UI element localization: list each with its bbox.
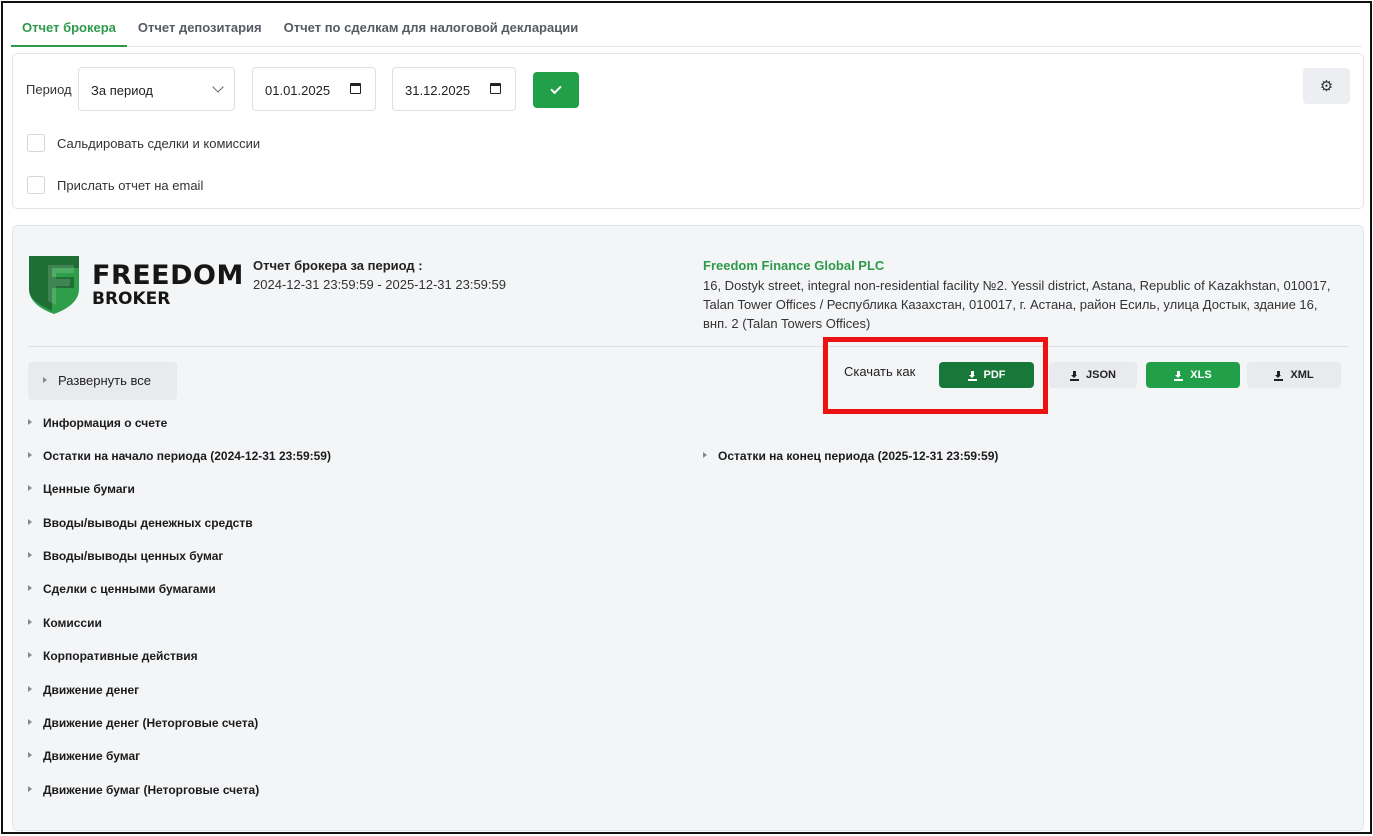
section-label: Сделки с ценными бумагами bbox=[43, 582, 216, 596]
caret-right-icon bbox=[43, 377, 47, 383]
tab-depository-report[interactable]: Отчет депозитария bbox=[127, 11, 273, 46]
report-period-value: 2024-12-31 23:59:59 - 2025-12-31 23:59:5… bbox=[253, 277, 506, 292]
caret-right-icon bbox=[28, 786, 32, 792]
section-securities-flow-nontrading[interactable]: Движение бумаг (Неторговые счета) bbox=[28, 783, 259, 797]
apply-button[interactable] bbox=[533, 72, 579, 108]
caret-right-icon bbox=[28, 552, 32, 558]
app-frame: Отчет брокера Отчет депозитария Отчет по… bbox=[1, 1, 1372, 834]
email-option: Прислать отчет на email bbox=[27, 176, 203, 194]
logo-wordmark-line2: BROKER bbox=[92, 289, 171, 309]
gears-icon: ⚙ bbox=[1319, 78, 1334, 95]
caret-right-icon bbox=[28, 686, 32, 692]
caret-right-icon bbox=[703, 452, 707, 458]
download-xml-button[interactable]: XML bbox=[1247, 362, 1341, 388]
section-securities[interactable]: Ценные бумаги bbox=[28, 482, 135, 496]
section-label: Ценные бумаги bbox=[43, 482, 135, 496]
period-select-value: За период bbox=[91, 83, 153, 98]
download-pdf-label: PDF bbox=[983, 369, 1006, 381]
section-commissions[interactable]: Комиссии bbox=[28, 616, 102, 630]
section-securities-flow[interactable]: Движение бумаг bbox=[28, 749, 140, 763]
download-json-label: JSON bbox=[1086, 369, 1116, 381]
section-label: Вводы/выводы денежных средств bbox=[43, 516, 253, 530]
tab-tax-report[interactable]: Отчет по сделкам для налоговой деклараци… bbox=[273, 11, 590, 46]
company-address: 16, Dostyk street, integral non-resident… bbox=[703, 278, 1331, 331]
section-cash-flow-nontrading[interactable]: Движение денег (Неторговые счета) bbox=[28, 716, 258, 730]
section-corporate-actions[interactable]: Корпоративные действия bbox=[28, 649, 198, 663]
date-to-value: 31.12.2025 bbox=[405, 83, 471, 98]
caret-right-icon bbox=[28, 719, 32, 725]
caret-right-icon bbox=[28, 419, 32, 425]
period-label: Период bbox=[26, 82, 72, 97]
netting-option: Сальдировать сделки и комиссии bbox=[27, 134, 260, 152]
caret-right-icon bbox=[28, 452, 32, 458]
chevron-down-icon bbox=[212, 81, 224, 93]
section-cash-flow[interactable]: Движение денег bbox=[28, 683, 139, 697]
section-securities-in-out[interactable]: Вводы/выводы ценных бумаг bbox=[28, 549, 223, 563]
filter-panel: Период За период 01.01.2025 31.12.2025 ⚙… bbox=[12, 53, 1364, 209]
section-label: Движение денег (Неторговые счета) bbox=[43, 716, 259, 730]
netting-checkbox-label[interactable]: Сальдировать сделки и комиссии bbox=[57, 136, 260, 151]
email-checkbox[interactable] bbox=[27, 176, 45, 194]
download-xls-button[interactable]: XLS bbox=[1146, 362, 1240, 388]
netting-checkbox[interactable] bbox=[27, 134, 45, 152]
expand-all-label: Развернуть все bbox=[58, 373, 152, 388]
section-account-info[interactable]: Информация о счете bbox=[28, 416, 167, 430]
download-xls-label: XLS bbox=[1190, 369, 1212, 381]
settings-button[interactable]: ⚙ bbox=[1303, 68, 1350, 104]
freedom-shield-icon bbox=[29, 256, 79, 314]
download-json-button[interactable]: JSON bbox=[1049, 362, 1137, 388]
check-icon bbox=[550, 82, 562, 95]
download-icon bbox=[1274, 370, 1284, 381]
freedom-broker-logo: FREEDOM BROKER bbox=[28, 255, 243, 315]
logo-wordmark-line1: FREEDOM bbox=[92, 260, 244, 291]
caret-right-icon bbox=[28, 752, 32, 758]
calendar-icon[interactable] bbox=[350, 83, 361, 94]
report-period-title: Отчет брокера за период : bbox=[253, 258, 423, 273]
section-label: Движение бумаг bbox=[43, 749, 141, 763]
section-label: Движение денег bbox=[43, 683, 140, 697]
caret-right-icon bbox=[28, 619, 32, 625]
download-icon bbox=[967, 370, 977, 381]
section-label: Остатки на начало периода (2024-12-31 23… bbox=[43, 449, 331, 463]
report-panel: FREEDOM BROKER Отчет брокера за период :… bbox=[12, 225, 1364, 831]
section-trades[interactable]: Сделки с ценными бумагами bbox=[28, 582, 216, 596]
section-label: Остатки на конец периода (2025-12-31 23:… bbox=[718, 449, 999, 463]
email-checkbox-label[interactable]: Прислать отчет на email bbox=[57, 178, 203, 193]
section-label: Корпоративные действия bbox=[43, 649, 198, 663]
download-pdf-button[interactable]: PDF bbox=[939, 362, 1034, 388]
section-label: Комиссии bbox=[43, 616, 102, 630]
section-label: Информация о счете bbox=[43, 416, 168, 430]
section-cash-in-out[interactable]: Вводы/выводы денежных средств bbox=[28, 516, 253, 530]
company-name: Freedom Finance Global PLC bbox=[703, 258, 885, 273]
calendar-icon[interactable] bbox=[490, 83, 501, 94]
download-icon bbox=[1174, 370, 1184, 381]
header-divider bbox=[28, 346, 1349, 347]
caret-right-icon bbox=[28, 485, 32, 491]
tab-broker-report[interactable]: Отчет брокера bbox=[11, 11, 127, 47]
date-from-value: 01.01.2025 bbox=[265, 83, 331, 98]
expand-all-button[interactable]: Развернуть все bbox=[28, 362, 177, 400]
download-as-label: Скачать как bbox=[844, 364, 916, 379]
report-tabs: Отчет брокера Отчет депозитария Отчет по… bbox=[11, 11, 1362, 47]
caret-right-icon bbox=[28, 585, 32, 591]
section-label: Вводы/выводы ценных бумаг bbox=[43, 549, 224, 563]
section-closing-balances[interactable]: Остатки на конец периода (2025-12-31 23:… bbox=[703, 449, 998, 463]
download-icon bbox=[1070, 370, 1080, 381]
download-xml-label: XML bbox=[1290, 369, 1314, 381]
caret-right-icon bbox=[28, 652, 32, 658]
date-from-input[interactable]: 01.01.2025 bbox=[252, 67, 376, 111]
caret-right-icon bbox=[28, 519, 32, 525]
period-select[interactable]: За период bbox=[78, 67, 235, 111]
section-label: Движение бумаг (Неторговые счета) bbox=[43, 783, 260, 797]
section-opening-balances[interactable]: Остатки на начало периода (2024-12-31 23… bbox=[28, 449, 331, 463]
date-to-input[interactable]: 31.12.2025 bbox=[392, 67, 516, 111]
